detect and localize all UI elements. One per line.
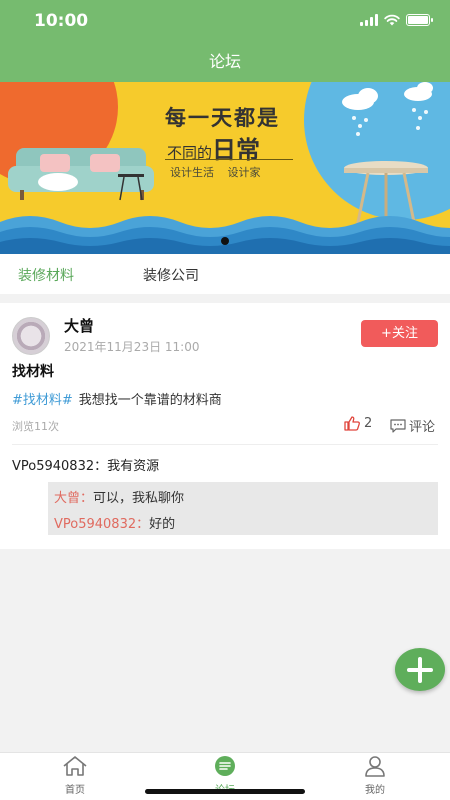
forum-icon: [215, 756, 235, 776]
banner-headline: 每一天都是: [165, 106, 280, 130]
tabbar-mine[interactable]: 我的: [345, 755, 405, 796]
banner-carousel[interactable]: 每一天都是 不同的日常 设计生活 设计家: [0, 82, 450, 254]
signal-icon: [360, 14, 378, 26]
status-icons: [360, 14, 433, 26]
tab-materials[interactable]: 装修材料: [18, 265, 74, 285]
status-time: 10:00: [34, 11, 89, 31]
post-body: #找材料# 我想找一个靠谱的材料商: [12, 389, 222, 408]
reply-list: 大曾：可以，我私聊你 VPo5940832：好的: [48, 482, 438, 535]
nav-bar: 论坛: [0, 44, 450, 82]
view-count: 浏览11次: [12, 420, 59, 433]
reply-user[interactable]: 大曾：: [54, 491, 93, 506]
banner-divider: [165, 159, 293, 160]
post-author[interactable]: 大曾: [64, 315, 94, 336]
comment-text: 我有资源: [107, 459, 160, 474]
tabbar-home-label: 首页: [65, 785, 85, 796]
banner-subtitle: 设计生活 设计家: [170, 166, 261, 179]
comment-button[interactable]: 评论: [390, 416, 435, 435]
status-bar: 10:00: [0, 0, 450, 44]
comment-label: 评论: [409, 420, 436, 435]
like-button[interactable]: 2: [344, 416, 372, 431]
plus-icon: [407, 656, 433, 683]
thumbs-up-icon: [344, 416, 360, 431]
comment-user[interactable]: VPo5940832：: [12, 459, 107, 474]
post-tag[interactable]: #找材料#: [12, 393, 73, 408]
user-icon: [365, 756, 385, 777]
reply-text: 好的: [149, 517, 176, 532]
reply-item[interactable]: VPo5940832：好的: [54, 513, 175, 532]
post-card[interactable]: 大曾 2021年11月23日 11:00 +关注 找材料 #找材料# 我想找一个靠…: [0, 303, 450, 549]
reply-user[interactable]: VPo5940832：: [54, 517, 149, 532]
comment-item[interactable]: VPo5940832：我有资源: [12, 455, 159, 474]
comment-icon: [390, 418, 406, 433]
home-indicator: [145, 789, 305, 794]
tabbar-home[interactable]: 首页: [45, 755, 105, 796]
tabbar-mine-label: 我的: [365, 785, 385, 796]
divider: [12, 444, 438, 445]
wifi-icon: [384, 14, 400, 26]
like-count: 2: [364, 416, 373, 431]
add-post-button[interactable]: [395, 648, 445, 691]
carousel-dot[interactable]: [221, 237, 229, 245]
battery-icon: [406, 14, 433, 26]
home-icon: [63, 756, 87, 776]
post-title: 找材料: [12, 364, 54, 380]
category-tabs: 装修材料 装修公司: [0, 254, 450, 294]
post-text: 我想找一个靠谱的材料商: [78, 393, 222, 408]
carousel-indicator: [0, 237, 450, 245]
tab-companies[interactable]: 装修公司: [143, 265, 199, 285]
reply-text: 可以，我私聊你: [93, 491, 185, 506]
avatar[interactable]: [12, 317, 50, 355]
reply-item[interactable]: 大曾：可以，我私聊你: [54, 487, 184, 506]
page-title: 论坛: [208, 52, 241, 71]
follow-button[interactable]: +关注: [361, 320, 438, 347]
post-time: 2021年11月23日 11:00: [64, 340, 200, 354]
